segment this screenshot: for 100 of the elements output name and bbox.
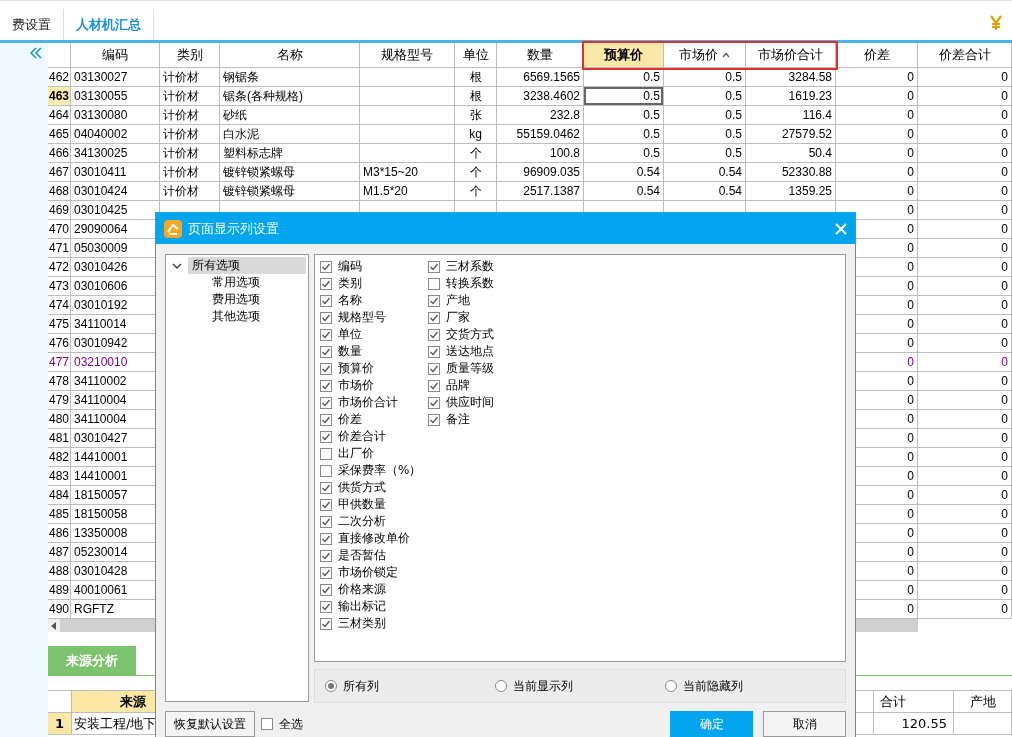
checkbox[interactable]: [320, 413, 332, 426]
tree-item[interactable]: 其他选项: [208, 308, 264, 325]
table-cell: 0: [918, 372, 1012, 391]
checkbox[interactable]: [428, 362, 440, 375]
close-icon[interactable]: [835, 222, 847, 235]
checkbox-label: 价格来源: [338, 581, 386, 598]
checkbox[interactable]: [320, 362, 332, 375]
row-number: 482: [48, 448, 71, 467]
tree-item[interactable]: 费用选项: [208, 291, 264, 308]
table-cell: 镀锌锁紧螺母: [220, 182, 360, 201]
checkbox-label: 送达地点: [446, 343, 494, 360]
table-cell: 0: [918, 562, 1012, 581]
column-header[interactable]: 预算价: [584, 43, 664, 68]
tree-item[interactable]: 常用选项: [208, 274, 264, 291]
table-cell: 0: [918, 581, 1012, 600]
checkbox[interactable]: [428, 396, 440, 409]
row-number: 465: [48, 125, 71, 144]
column-header[interactable]: 编码: [71, 43, 160, 68]
collapse-icon[interactable]: [30, 47, 42, 59]
checkbox[interactable]: [320, 532, 332, 545]
table-cell: 0: [918, 600, 1012, 619]
table-cell: M1.5*20: [360, 182, 455, 201]
checkbox[interactable]: [320, 481, 332, 494]
checkbox[interactable]: [320, 328, 332, 341]
checkbox-label: 三材类别: [338, 615, 386, 632]
checkbox[interactable]: [428, 311, 440, 324]
table-cell: 张: [455, 106, 497, 125]
checkbox[interactable]: [320, 583, 332, 596]
checkbox-label: 甲供数量: [338, 496, 386, 513]
checkbox[interactable]: [320, 260, 332, 273]
table-cell: 计价材: [160, 68, 220, 87]
checkbox-label: 是否暂估: [338, 547, 386, 564]
table-cell: 0: [918, 391, 1012, 410]
column-header[interactable]: 市场价: [664, 43, 746, 68]
table-cell: 0: [918, 163, 1012, 182]
checkbox-label: 供货方式: [338, 479, 386, 496]
checkbox[interactable]: [428, 260, 440, 273]
table-cell: 0.54: [584, 163, 664, 182]
checkbox[interactable]: [320, 600, 332, 613]
table-cell: 03010424: [71, 182, 160, 201]
column-header[interactable]: 价差: [836, 43, 918, 68]
checkbox-label: 编码: [338, 258, 362, 275]
scroll-left-icon[interactable]: [48, 619, 60, 632]
column-header[interactable]: 合计: [874, 691, 954, 713]
column-header[interactable]: 单位: [455, 43, 497, 68]
checkbox[interactable]: [428, 328, 440, 341]
checkbox[interactable]: [320, 345, 332, 358]
checkbox[interactable]: [320, 498, 332, 511]
radio-button[interactable]: [325, 680, 337, 692]
table-cell: 0: [918, 144, 1012, 163]
row-number: 487: [48, 543, 71, 562]
checkbox[interactable]: [428, 413, 440, 426]
checkbox[interactable]: [428, 277, 440, 290]
checkbox[interactable]: [320, 396, 332, 409]
checkbox[interactable]: [428, 379, 440, 392]
corner-cell: [48, 43, 71, 68]
checkbox[interactable]: [320, 549, 332, 562]
chevron-icon[interactable]: [172, 260, 182, 271]
checkbox[interactable]: [320, 294, 332, 307]
checkbox[interactable]: [320, 277, 332, 290]
checkbox[interactable]: [428, 294, 440, 307]
table-cell: 白水泥: [220, 125, 360, 144]
checkbox[interactable]: [320, 617, 332, 630]
radio-button[interactable]: [665, 680, 677, 692]
table-cell: kg: [455, 125, 497, 144]
table-cell: 6569.1565: [497, 68, 584, 87]
checkbox-label: 采保费率（%）: [338, 462, 422, 479]
checkbox-label: 数量: [338, 343, 362, 360]
checkbox[interactable]: [320, 430, 332, 443]
table-cell: 0.5: [664, 87, 746, 106]
checkbox[interactable]: [320, 311, 332, 324]
row-number: 464: [48, 106, 71, 125]
radio-label: 当前显示列: [513, 677, 573, 695]
restore-defaults-button[interactable]: 恢复默认设置: [165, 711, 255, 737]
column-header[interactable]: 名称: [220, 43, 360, 68]
checkbox-label: 备注: [446, 411, 470, 428]
table-cell: 砂纸: [220, 106, 360, 125]
table-cell: 0: [918, 220, 1012, 239]
checkbox[interactable]: [320, 464, 332, 477]
column-header[interactable]: 类别: [160, 43, 220, 68]
column-header[interactable]: 规格型号: [360, 43, 455, 68]
checkbox[interactable]: [320, 447, 332, 460]
column-header[interactable]: 产地: [954, 691, 1012, 713]
checkbox[interactable]: [320, 379, 332, 392]
row-number: 1: [48, 713, 72, 735]
radio-button[interactable]: [495, 680, 507, 692]
row-number: 468: [48, 182, 71, 201]
table-cell: 55159.0462: [497, 125, 584, 144]
table-cell: 锯条(各种规格): [220, 87, 360, 106]
cancel-button[interactable]: 取消: [763, 711, 846, 737]
column-header[interactable]: 价差合计: [918, 43, 1012, 68]
checkbox[interactable]: [320, 566, 332, 579]
checkbox[interactable]: [320, 515, 332, 528]
table-cell: 0.5: [664, 125, 746, 144]
checkbox[interactable]: [428, 345, 440, 358]
column-header[interactable]: 市场价合计: [746, 43, 836, 68]
table-cell: 个: [455, 182, 497, 201]
checkbox[interactable]: [261, 718, 273, 730]
tree-item[interactable]: 所有选项: [188, 257, 306, 274]
table-cell: 计价材: [160, 125, 220, 144]
